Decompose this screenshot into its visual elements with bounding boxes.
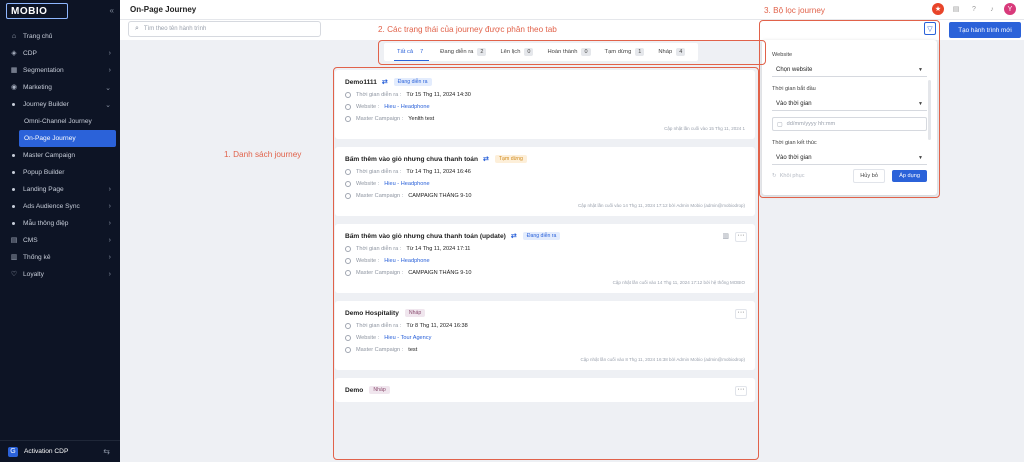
loyalty-icon: ♡ bbox=[10, 270, 18, 278]
sidebar-item-label: Thống kê bbox=[23, 254, 51, 261]
sidebar-item-label: Segmentation bbox=[23, 67, 64, 74]
sidebar-item-master-campaign[interactable]: Master Campaign bbox=[0, 147, 120, 164]
sidebar-item-label: CMS bbox=[23, 237, 38, 244]
sidebar-item-label: Loyalty bbox=[23, 271, 44, 278]
bullet-icon bbox=[12, 222, 15, 225]
mobio-logo: MOBIO bbox=[6, 3, 68, 19]
topbar: On-Page Journey ★ ▤ ? ♪ Y bbox=[120, 0, 1024, 20]
sidebar-item-label: Journey Builder bbox=[23, 101, 69, 108]
sidebar-item-label: Mẫu thông điệp bbox=[23, 220, 69, 227]
sidebar-item-label: Omni-Channel Journey bbox=[24, 118, 92, 125]
docs-icon[interactable]: ▤ bbox=[950, 3, 962, 15]
stats-icon: ▥ bbox=[10, 253, 18, 261]
sidebar-item-label: Marketing bbox=[23, 84, 52, 91]
sidebar-item-label: Trang chủ bbox=[23, 33, 53, 40]
annotation-list-label: 1. Danh sách journey bbox=[224, 150, 302, 159]
bullet-icon bbox=[12, 171, 15, 174]
sidebar-nav: ⌂ Trang chủ ◈ CDP › ▦ Segmentation › ◉ Marketing ⌄… bbox=[0, 22, 120, 283]
activation-icon: G bbox=[8, 446, 18, 457]
sidebar-item-m-u-th-ng-i-p[interactable]: Mẫu thông điệp › bbox=[0, 215, 120, 232]
sidebar-item-on-page-journey[interactable]: On-Page Journey bbox=[19, 130, 116, 147]
sidebar-item-cdp[interactable]: ◈ CDP › bbox=[0, 45, 120, 62]
create-journey-button[interactable]: Tạo hành trình mới bbox=[949, 22, 1021, 38]
sidebar-item-label: Popup Builder bbox=[23, 169, 65, 176]
cms-icon: ▤ bbox=[10, 236, 18, 244]
annotation-tabs-box bbox=[378, 40, 766, 65]
chevron-icon: › bbox=[108, 186, 111, 193]
top-icons: ★ ▤ ? ♪ Y bbox=[932, 3, 1016, 15]
sidebar-item-popup-builder[interactable]: Popup Builder bbox=[0, 164, 120, 181]
sidebar-item-label: Ads Audience Sync bbox=[23, 203, 80, 210]
bullet-icon bbox=[12, 103, 15, 106]
bell-icon[interactable]: ♪ bbox=[986, 3, 998, 15]
avatar[interactable]: Y bbox=[1004, 3, 1016, 15]
sidebar-item-cms[interactable]: ▤ CMS › bbox=[0, 232, 120, 249]
marketing-icon: ◉ bbox=[10, 83, 18, 91]
bullet-icon bbox=[12, 154, 15, 157]
annotation-tabs-label: 2. Các trạng thái của journey được phân … bbox=[378, 25, 557, 34]
sidebar-item-trang-ch-[interactable]: ⌂ Trang chủ bbox=[0, 28, 120, 45]
sidebar-item-th-ng-k-[interactable]: ▥ Thống kê › bbox=[0, 249, 120, 266]
alert-icon[interactable]: ★ bbox=[932, 3, 944, 15]
page-title: On-Page Journey bbox=[130, 5, 197, 14]
search-placeholder: Tìm theo tên hành trình bbox=[143, 26, 207, 32]
sidebar-item-marketing[interactable]: ◉ Marketing ⌄ bbox=[0, 79, 120, 96]
chevron-icon: › bbox=[108, 67, 111, 74]
sidebar-item-landing-page[interactable]: Landing Page › bbox=[0, 181, 120, 198]
chevron-icon: › bbox=[108, 220, 111, 227]
sidebar-item-segmentation[interactable]: ▦ Segmentation › bbox=[0, 62, 120, 79]
sidebar-item-omni-channel-journey[interactable]: Omni-Channel Journey bbox=[0, 113, 120, 130]
chevron-icon: › bbox=[108, 254, 111, 261]
activation-label: Activation CDP bbox=[24, 448, 69, 455]
chevron-icon: › bbox=[108, 203, 111, 210]
bullet-icon bbox=[12, 205, 15, 208]
collapse-sidebar-icon[interactable]: « bbox=[110, 6, 114, 15]
search-input[interactable]: ⌕ Tìm theo tên hành trình bbox=[128, 21, 321, 37]
help-icon[interactable]: ? bbox=[968, 3, 980, 15]
sidebar-item-label: CDP bbox=[23, 50, 37, 57]
annotation-filter-label: 3. Bộ lọc journey bbox=[764, 6, 825, 15]
bullet-icon bbox=[12, 188, 15, 191]
home-icon: ⌂ bbox=[11, 32, 17, 40]
main-area: On-Page Journey ★ ▤ ? ♪ Y ⌕ Tìm theo tên … bbox=[120, 0, 1024, 462]
chevron-icon: ⌄ bbox=[105, 84, 111, 92]
annotation-filter-box bbox=[759, 20, 940, 198]
sidebar-item-journey-builder[interactable]: Journey Builder ⌄ bbox=[0, 96, 120, 113]
segment-icon: ▦ bbox=[10, 66, 18, 74]
chevron-icon: › bbox=[108, 271, 111, 278]
activation-switcher[interactable]: G Activation CDP ⇆ bbox=[0, 440, 120, 462]
chevron-icon: › bbox=[108, 50, 111, 57]
search-icon: ⌕ bbox=[135, 25, 139, 32]
cdp-icon: ◈ bbox=[11, 49, 17, 57]
sidebar-item-label: On-Page Journey bbox=[24, 135, 76, 142]
logo: MOBIO bbox=[0, 0, 120, 22]
sidebar-item-label: Master Campaign bbox=[23, 152, 76, 159]
sidebar-item-label: Landing Page bbox=[23, 186, 64, 193]
sidebar-item-loyalty[interactable]: ♡ Loyalty › bbox=[0, 266, 120, 283]
sidebar-item-ads-audience-sync[interactable]: Ads Audience Sync › bbox=[0, 198, 120, 215]
sidebar: MOBIO « ⌂ Trang chủ ◈ CDP › ▦ Segmentation › ◉ Ma… bbox=[0, 0, 120, 462]
annotation-list-box bbox=[333, 67, 759, 460]
chevron-icon: ⌄ bbox=[105, 101, 111, 109]
switch-icon[interactable]: ⇆ bbox=[103, 447, 110, 456]
chevron-icon: › bbox=[108, 237, 111, 244]
